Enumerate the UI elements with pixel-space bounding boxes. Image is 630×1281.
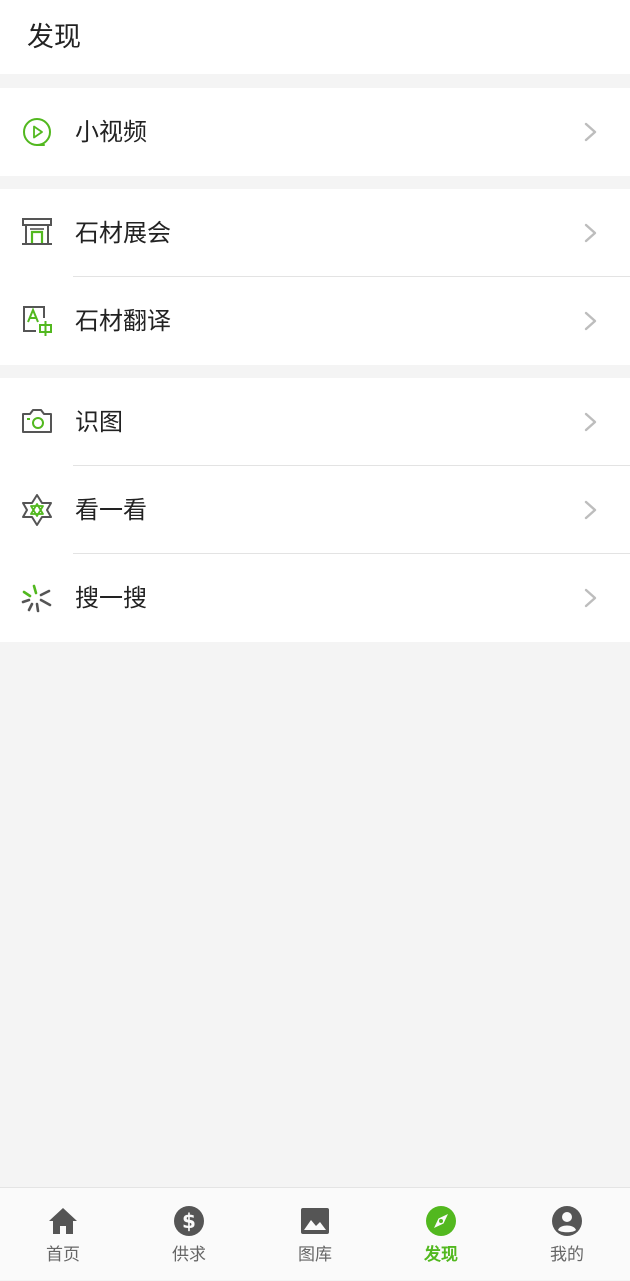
menu-item-label: 石材翻译 (75, 307, 171, 335)
tab-label: 首页 (46, 1245, 80, 1265)
translate-icon (20, 304, 54, 338)
menu-item-short-video[interactable]: 小视频 (0, 88, 630, 176)
chevron-right-icon (582, 222, 600, 244)
tab-supply-demand[interactable]: $ 供求 (126, 1188, 252, 1281)
search-spark-icon (20, 581, 54, 615)
menu-item-stone-translation[interactable]: 石材翻译 (0, 277, 630, 365)
menu-item-stone-exhibition[interactable]: 石材展会 (0, 189, 630, 277)
camera-icon (20, 405, 54, 439)
top-header: 发现 (0, 0, 630, 74)
compass-icon (425, 1205, 457, 1237)
menu-group-stone: 石材展会 石材翻译 (0, 189, 630, 365)
tab-discover[interactable]: 发现 (378, 1188, 504, 1281)
star-look-icon (20, 493, 54, 527)
dollar-icon: $ (173, 1205, 205, 1237)
chevron-right-icon (582, 587, 600, 609)
chevron-right-icon (582, 411, 600, 433)
svg-text:$: $ (182, 1209, 196, 1233)
tab-home[interactable]: 首页 (0, 1188, 126, 1281)
exhibition-icon (20, 216, 54, 250)
user-icon (551, 1205, 583, 1237)
menu-group-tools: 识图 看一看 搜一搜 (0, 378, 630, 642)
chevron-right-icon (582, 121, 600, 143)
menu-item-label: 搜一搜 (75, 584, 147, 612)
play-circle-icon (20, 115, 54, 149)
tab-label: 发现 (424, 1245, 458, 1265)
tab-label: 图库 (298, 1245, 332, 1265)
menu-item-label: 石材展会 (75, 219, 171, 247)
menu-item-search-around[interactable]: 搜一搜 (0, 554, 630, 642)
bottom-tab-bar: 首页 $ 供求 图库 发现 我的 (0, 1187, 630, 1280)
menu-item-label: 看一看 (75, 496, 147, 524)
page-title: 发现 (27, 22, 81, 53)
image-icon (299, 1205, 331, 1237)
chevron-right-icon (582, 310, 600, 332)
tab-label: 我的 (550, 1245, 584, 1265)
tab-gallery[interactable]: 图库 (252, 1188, 378, 1281)
menu-item-look-around[interactable]: 看一看 (0, 466, 630, 554)
home-icon (47, 1205, 79, 1237)
tab-label: 供求 (172, 1245, 206, 1265)
chevron-right-icon (582, 499, 600, 521)
menu-item-image-recognition[interactable]: 识图 (0, 378, 630, 466)
menu-group-media: 小视频 (0, 88, 630, 176)
menu-item-label: 小视频 (75, 118, 147, 146)
tab-mine[interactable]: 我的 (504, 1188, 630, 1281)
menu-item-label: 识图 (75, 408, 123, 436)
